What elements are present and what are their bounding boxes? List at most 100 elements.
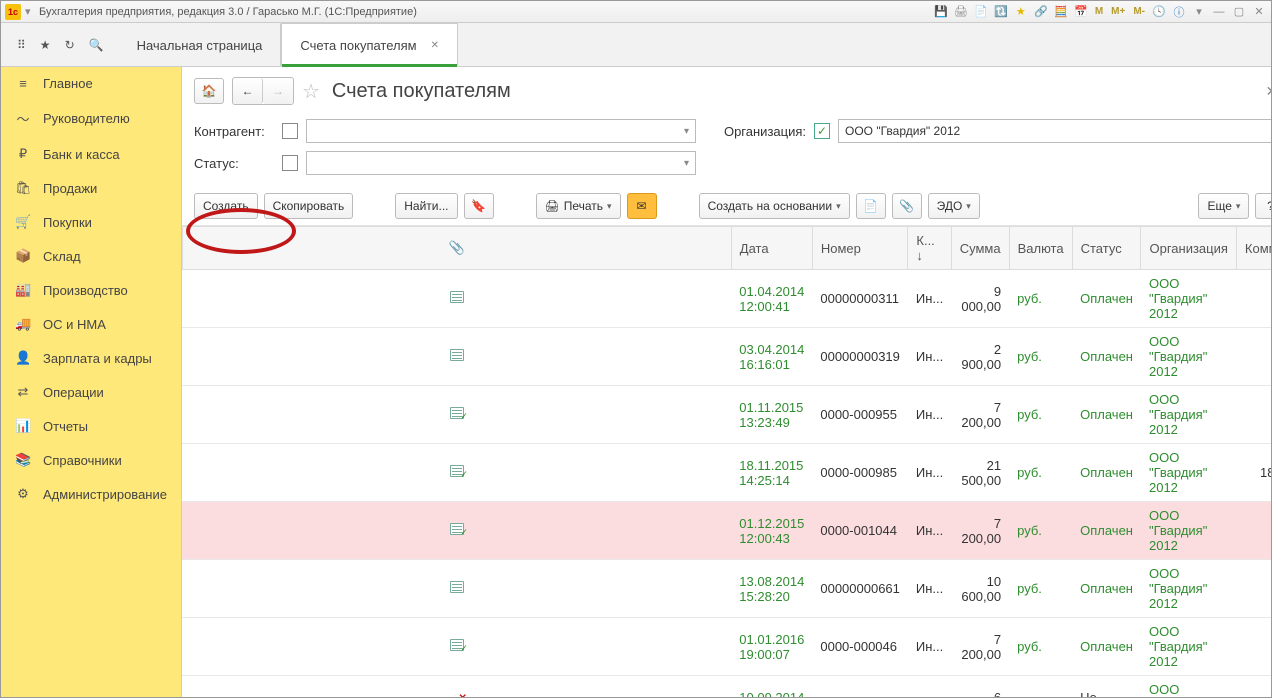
tb-calendar-icon[interactable]: 📅: [1073, 4, 1089, 20]
sidebar-item-2[interactable]: ₽Банк и касса: [1, 137, 181, 171]
table-row[interactable]: 01.11.2015 13:23:490000-000955Ин...7 200…: [182, 386, 1271, 444]
tab-invoices[interactable]: Счета покупателям✕: [281, 23, 458, 67]
tb-save-icon[interactable]: 💾: [933, 4, 949, 20]
favorite-star-icon[interactable]: ☆: [302, 79, 320, 104]
sidebar-item-10[interactable]: 📊Отчеты: [1, 409, 181, 443]
tb-refresh-icon[interactable]: 🔃: [993, 4, 1009, 20]
table-row[interactable]: 10.09.2014 14:18:3300000000757Ин...6 000…: [182, 676, 1271, 698]
col-number[interactable]: Номер: [812, 227, 908, 270]
page-title: Счета покупателям: [332, 80, 511, 103]
print-button[interactable]: 🖨 Печать ▾: [536, 193, 621, 219]
tb-link-icon[interactable]: 🔗: [1033, 4, 1049, 20]
favorites-icon[interactable]: ★: [40, 38, 51, 52]
table-row[interactable]: 01.01.2016 19:00:070000-000046Ин...7 200…: [182, 618, 1271, 676]
cell-comment: [1236, 328, 1271, 386]
window-maximize[interactable]: ▢: [1231, 4, 1247, 20]
sidebar-item-label: Производство: [43, 283, 128, 298]
tb-clock-icon[interactable]: 🕓: [1151, 4, 1167, 20]
counterparty-checkbox[interactable]: [282, 123, 298, 139]
cell-comment: [1236, 386, 1271, 444]
clear-filter-button[interactable]: 🔖: [464, 193, 494, 219]
table-row[interactable]: 13.08.2014 15:28:2000000000661Ин...10 60…: [182, 560, 1271, 618]
col-clip[interactable]: 📎: [182, 227, 731, 270]
status-checkbox[interactable]: [282, 155, 298, 171]
tb-print-icon[interactable]: 🖨: [953, 4, 969, 20]
table-row[interactable]: 03.04.2014 16:16:0100000000319Ин...2 900…: [182, 328, 1271, 386]
list-button[interactable]: 📄: [856, 193, 886, 219]
table-row[interactable]: 18.11.2015 14:25:140000-000985Ин...21 50…: [182, 444, 1271, 502]
sidebar-item-5[interactable]: 📦Склад: [1, 239, 181, 273]
org-checkbox[interactable]: [814, 123, 830, 139]
tb-m-minus2[interactable]: M-: [1131, 4, 1147, 20]
cell-org: ООО "Гвардия" 2012: [1141, 328, 1236, 386]
home-button[interactable]: 🏠: [194, 78, 224, 104]
page-close-icon[interactable]: ✕: [1266, 83, 1271, 100]
tb-m-minus[interactable]: M: [1093, 4, 1105, 20]
col-date[interactable]: Дата: [731, 227, 812, 270]
tb-calc-icon[interactable]: 🧮: [1053, 4, 1069, 20]
counterparty-select[interactable]: ▾: [306, 119, 696, 143]
cell-status: Оплачен: [1072, 560, 1141, 618]
sidebar-item-9[interactable]: ⇄Операции: [1, 375, 181, 409]
window-close[interactable]: ✕: [1251, 4, 1267, 20]
cell-comment: [1236, 618, 1271, 676]
copy-button[interactable]: Скопировать: [264, 193, 354, 219]
cell-org: ООО "Гвардия" 2012: [1141, 386, 1236, 444]
cell-sum: 21 500,00: [951, 444, 1009, 502]
tb-star-icon[interactable]: ★: [1013, 4, 1029, 20]
tab-close-icon[interactable]: ✕: [431, 40, 439, 51]
sidebar-item-12[interactable]: ⚙Администрирование: [1, 477, 181, 511]
tb-dropdown-icon[interactable]: ▾: [1191, 4, 1207, 20]
app-logo-icon: 1c: [5, 4, 21, 20]
cell-status: Оплачен: [1072, 270, 1141, 328]
cell-date: 18.11.2015 14:25:14: [731, 444, 812, 502]
status-select[interactable]: ▾: [306, 151, 696, 175]
cell-sum: 10 600,00: [951, 560, 1009, 618]
col-currency[interactable]: Валюта: [1009, 227, 1072, 270]
edo-button[interactable]: ЭДО ▾: [928, 193, 980, 219]
col-k[interactable]: К... ↓: [908, 227, 951, 270]
mail-button[interactable]: ✉: [627, 193, 657, 219]
col-org[interactable]: Организация: [1141, 227, 1236, 270]
help-button[interactable]: ?: [1255, 193, 1271, 219]
doc-status-icon: [450, 407, 464, 419]
col-sum[interactable]: Сумма: [951, 227, 1009, 270]
tab-home[interactable]: Начальная страница: [118, 23, 282, 67]
tb-info-icon[interactable]: ⓘ: [1171, 4, 1187, 20]
sidebar-item-6[interactable]: 🏭Производство: [1, 273, 181, 307]
create-based-on-button[interactable]: Создать на основании ▾: [699, 193, 850, 219]
sidebar-item-1[interactable]: 〜Руководителю: [1, 100, 181, 137]
doc-status-icon: [450, 291, 464, 303]
history-icon[interactable]: ↻: [65, 38, 75, 52]
tb-doc-icon[interactable]: 📄: [973, 4, 989, 20]
create-button[interactable]: Создать: [194, 193, 258, 219]
sidebar-icon: 👤: [15, 350, 31, 366]
nav-forward-button[interactable]: →: [263, 78, 293, 104]
find-button[interactable]: Найти...: [395, 193, 457, 219]
sidebar-item-7[interactable]: 🚚ОС и НМА: [1, 307, 181, 341]
sidebar-icon: ≡: [15, 76, 31, 91]
sidebar-item-4[interactable]: 🛒Покупки: [1, 205, 181, 239]
search-icon[interactable]: 🔍: [89, 38, 104, 52]
sidebar-item-11[interactable]: 📚Справочники: [1, 443, 181, 477]
sidebar-item-8[interactable]: 👤Зарплата и кадры: [1, 341, 181, 375]
window-minimize[interactable]: —: [1211, 4, 1227, 20]
cell-number: 0000-000046: [812, 618, 908, 676]
cell-sum: 7 200,00: [951, 618, 1009, 676]
table-row[interactable]: 01.12.2015 12:00:430000-001044Ин...7 200…: [182, 502, 1271, 560]
col-status[interactable]: Статус: [1072, 227, 1141, 270]
app-menu-dropdown[interactable]: ▾: [25, 5, 35, 18]
org-label: Организация:: [724, 124, 806, 139]
org-select[interactable]: ООО "Гвардия" 2012▾: [838, 119, 1271, 143]
nav-back-button[interactable]: ←: [233, 78, 263, 104]
sidebar-item-3[interactable]: 🛍Продажи: [1, 171, 181, 205]
col-comment[interactable]: Комм...: [1236, 227, 1271, 270]
attach-button[interactable]: 📎: [892, 193, 922, 219]
tb-m-plus[interactable]: M+: [1109, 4, 1127, 20]
cell-status: Оплачен: [1072, 444, 1141, 502]
cell-k: Ин...: [908, 676, 951, 698]
apps-icon[interactable]: ⠿: [17, 38, 26, 52]
sidebar-item-0[interactable]: ≡Главное: [1, 67, 181, 100]
more-button[interactable]: Еще ▾: [1198, 193, 1249, 219]
table-row[interactable]: 01.04.2014 12:00:4100000000311Ин...9 000…: [182, 270, 1271, 328]
